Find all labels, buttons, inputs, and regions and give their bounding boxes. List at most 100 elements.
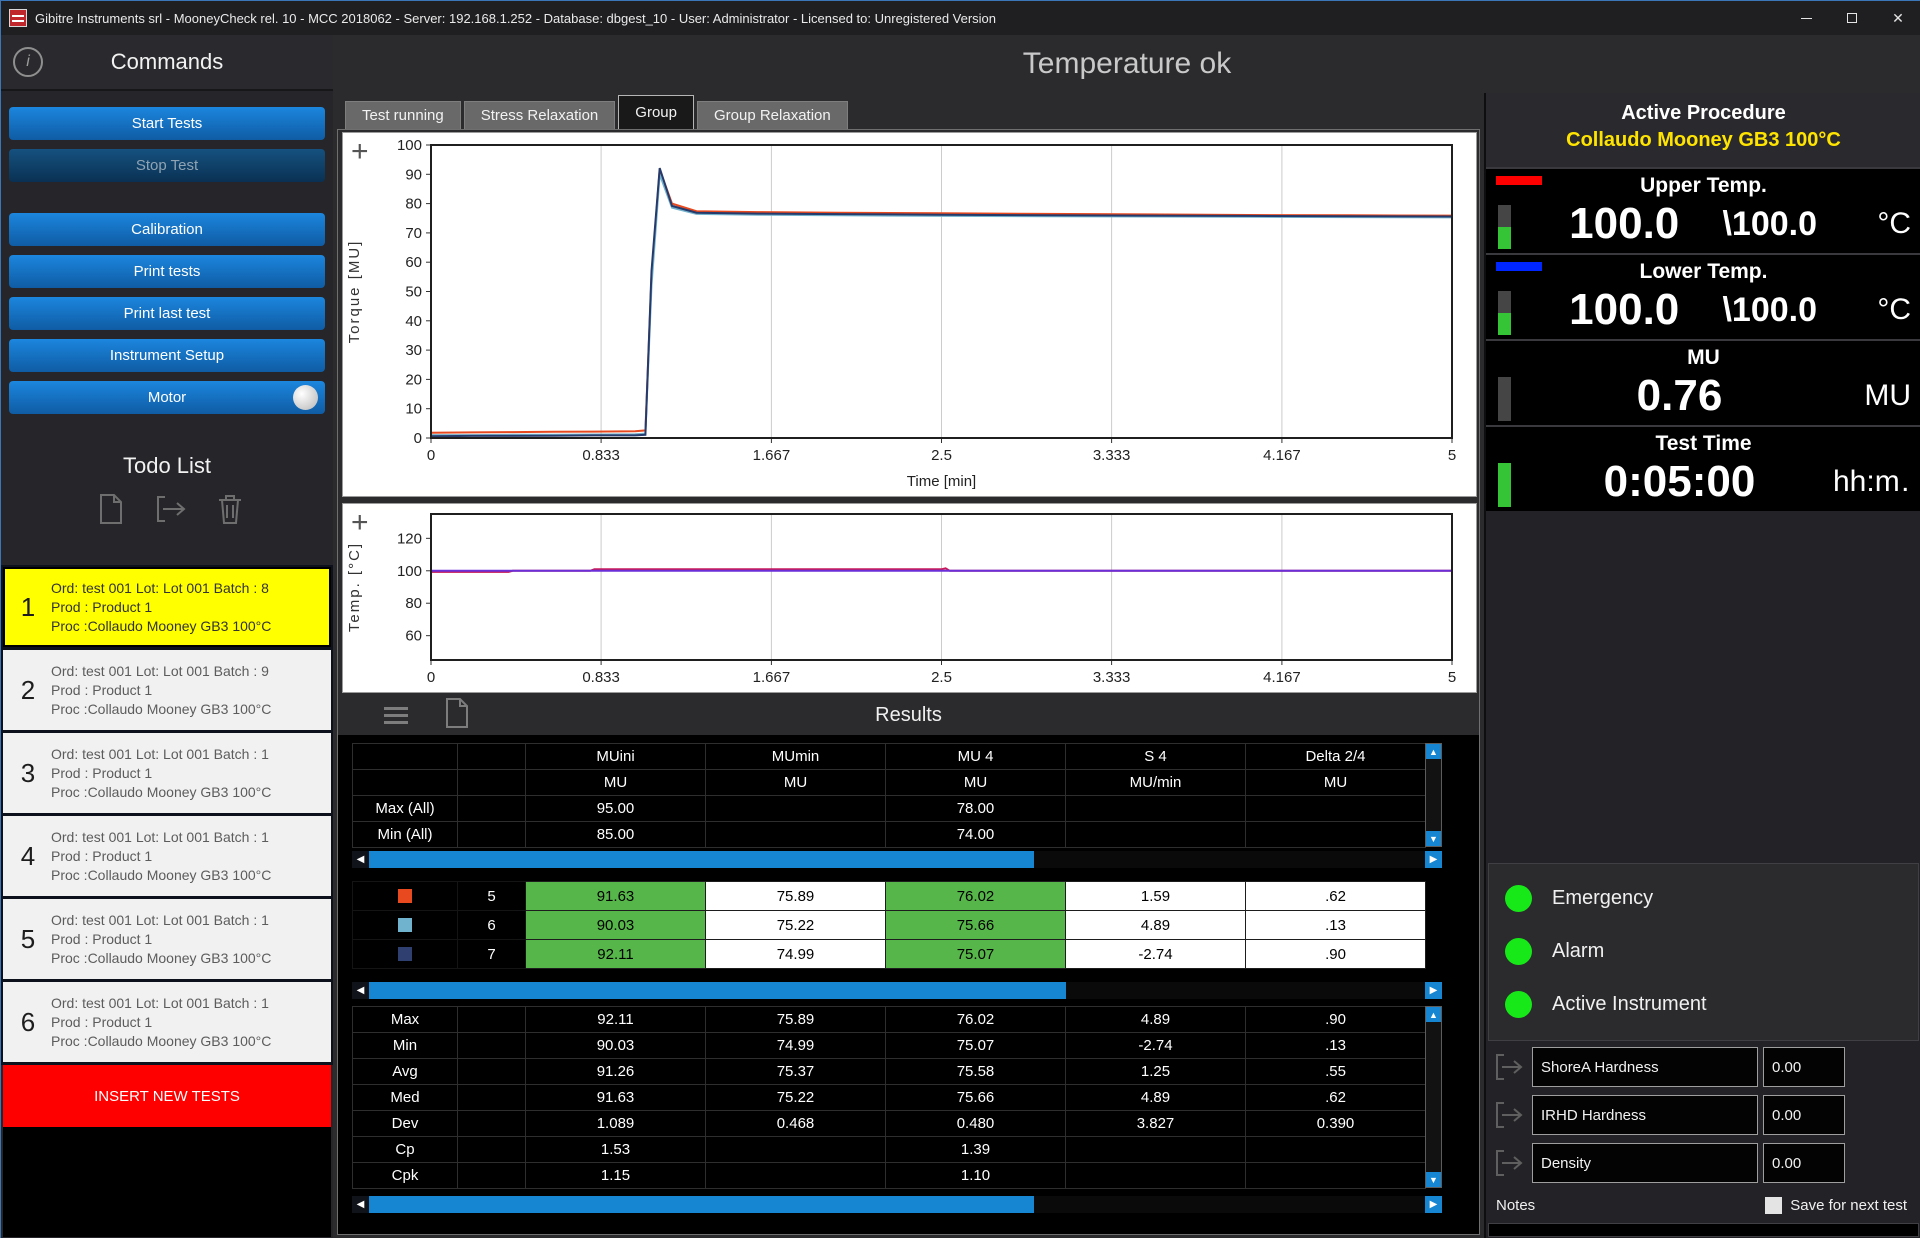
table-cell: 4.89 bbox=[1066, 911, 1246, 940]
table-cell: -2.74 bbox=[1066, 940, 1246, 969]
table-cell bbox=[1066, 1163, 1246, 1189]
motor-toggle[interactable] bbox=[293, 385, 318, 410]
print-tests-button[interactable]: Print tests bbox=[9, 255, 325, 288]
new-test-icon[interactable] bbox=[97, 493, 125, 525]
table-cell: 1.53 bbox=[526, 1137, 706, 1163]
unit-header: MU bbox=[1246, 770, 1426, 796]
svg-text:100: 100 bbox=[397, 563, 422, 580]
save-for-next-test-checkbox[interactable] bbox=[1765, 1197, 1782, 1214]
tab-stress-relaxation[interactable]: Stress Relaxation bbox=[464, 101, 616, 129]
close-button[interactable]: ✕ bbox=[1875, 1, 1920, 35]
todo-item[interactable]: 2Ord: test 001 Lot: Lot 001 Batch : 9Pro… bbox=[3, 650, 331, 730]
svg-text:Time [min]: Time [min] bbox=[907, 473, 976, 490]
stop-test-button[interactable]: Stop Test bbox=[9, 149, 325, 182]
todo-item-lines: Ord: test 001 Lot: Lot 001 Batch : 1Prod… bbox=[51, 735, 329, 811]
scroll-thumb[interactable] bbox=[369, 982, 1066, 999]
zoom-plus-icon[interactable]: + bbox=[351, 506, 369, 540]
tab-test-running[interactable]: Test running bbox=[345, 101, 461, 129]
table-cell bbox=[458, 822, 526, 848]
calibration-button[interactable]: Calibration bbox=[9, 213, 325, 246]
results-tables: MUiniMUminMU 4S 4Delta 2/4MUMUMUMU/minMU… bbox=[338, 735, 1479, 1234]
todo-item[interactable]: 5Ord: test 001 Lot: Lot 001 Batch : 1Pro… bbox=[3, 899, 331, 979]
window-controls: ✕ bbox=[1783, 1, 1920, 35]
scroll-right-arrow[interactable]: ▶ bbox=[1425, 851, 1442, 868]
table-cell bbox=[1246, 822, 1426, 848]
maximize-button[interactable] bbox=[1829, 1, 1875, 35]
delete-test-icon[interactable] bbox=[217, 493, 243, 525]
table-cell: 1.39 bbox=[886, 1137, 1066, 1163]
export-test-icon[interactable] bbox=[155, 493, 187, 525]
series-color-swatch bbox=[398, 918, 412, 932]
button-label: Print last test bbox=[124, 305, 211, 322]
export-value-icon[interactable] bbox=[1486, 1098, 1532, 1132]
minimize-button[interactable] bbox=[1783, 1, 1829, 35]
todo-item-lines: Ord: test 001 Lot: Lot 001 Batch : 1Prod… bbox=[51, 818, 329, 894]
scroll-up-arrow[interactable]: ▲ bbox=[1426, 1007, 1441, 1022]
svg-text:100: 100 bbox=[397, 137, 422, 154]
todo-item[interactable]: 1Ord: test 001 Lot: Lot 001 Batch : 8Pro… bbox=[3, 567, 331, 647]
todo-item[interactable]: 3Ord: test 001 Lot: Lot 001 Batch : 1Pro… bbox=[3, 733, 331, 813]
todo-item[interactable]: 4Ord: test 001 Lot: Lot 001 Batch : 1Pro… bbox=[3, 816, 331, 896]
table-cell: -2.74 bbox=[1066, 1033, 1246, 1059]
lower-temp-indicator bbox=[1496, 262, 1542, 271]
stat-row: Min90.0374.9975.07-2.74.13 bbox=[353, 1033, 1426, 1059]
scroll-thumb[interactable] bbox=[369, 851, 1034, 868]
motor-button[interactable]: Motor bbox=[9, 381, 325, 414]
insert-new-tests-button[interactable]: INSERT NEW TESTS bbox=[3, 1065, 331, 1127]
scroll-up-arrow[interactable]: ▲ bbox=[1426, 744, 1441, 759]
density-field-label: Density bbox=[1532, 1143, 1758, 1183]
todo-item-number: 6 bbox=[5, 984, 51, 1060]
table-cell: 75.22 bbox=[706, 911, 886, 940]
irhd-hardness-field-label: IRHD Hardness bbox=[1532, 1095, 1758, 1135]
tab-group[interactable]: Group bbox=[618, 95, 694, 129]
scroll-right-arrow[interactable]: ▶ bbox=[1425, 1196, 1442, 1213]
scroll-down-arrow[interactable]: ▼ bbox=[1426, 1172, 1441, 1187]
table-cell: 75.89 bbox=[706, 882, 886, 911]
zoom-plus-icon[interactable]: + bbox=[351, 135, 369, 169]
svg-text:Torque [MU]: Torque [MU] bbox=[346, 240, 363, 344]
todo-item-number: 3 bbox=[5, 735, 51, 811]
summary-row: Min (All)85.0074.00 bbox=[353, 822, 1426, 848]
info-icon[interactable]: i bbox=[13, 47, 43, 77]
summary-hscrollbar[interactable]: ◀▶ bbox=[352, 851, 1442, 868]
todo-item-line: Proc :Collaudo Mooney GB3 100°C bbox=[51, 701, 329, 717]
todo-item-line: Ord: test 001 Lot: Lot 001 Batch : 1 bbox=[51, 829, 329, 845]
stat-row: Avg91.2675.3775.581.25.55 bbox=[353, 1059, 1426, 1085]
svg-text:120: 120 bbox=[397, 530, 422, 547]
scroll-right-arrow[interactable]: ▶ bbox=[1425, 982, 1442, 999]
scroll-thumb[interactable] bbox=[369, 1196, 1034, 1213]
stats-hscrollbar[interactable]: ◀▶ bbox=[352, 1196, 1442, 1213]
tab-group-relaxation[interactable]: Group Relaxation bbox=[697, 101, 848, 129]
print-last-test-button[interactable]: Print last test bbox=[9, 297, 325, 330]
scroll-down-arrow[interactable]: ▼ bbox=[1426, 831, 1441, 846]
summary-vscrollbar[interactable]: ▲▼ bbox=[1425, 743, 1442, 847]
todo-item[interactable]: 6Ord: test 001 Lot: Lot 001 Batch : 1Pro… bbox=[3, 982, 331, 1062]
todo-item-line: Prod : Product 1 bbox=[51, 1014, 329, 1030]
start-tests-button[interactable]: Start Tests bbox=[9, 107, 325, 140]
table-cell: 75.22 bbox=[706, 1085, 886, 1111]
tests-hscrollbar[interactable]: ◀▶ bbox=[352, 982, 1442, 999]
shorea-hardness-value-input[interactable]: 0.00 bbox=[1763, 1047, 1845, 1087]
notes-input[interactable] bbox=[1488, 1223, 1919, 1237]
status-label: Emergency bbox=[1552, 887, 1653, 910]
export-value-icon[interactable] bbox=[1486, 1146, 1532, 1180]
mu-unit: MU bbox=[1833, 379, 1911, 413]
export-value-icon[interactable] bbox=[1486, 1050, 1532, 1084]
scroll-left-arrow[interactable]: ◀ bbox=[352, 982, 369, 999]
stat-row: Cp1.531.39 bbox=[353, 1137, 1426, 1163]
irhd-hardness-value-input[interactable]: 0.00 bbox=[1763, 1095, 1845, 1135]
instrument-setup-button[interactable]: Instrument Setup bbox=[9, 339, 325, 372]
svg-text:80: 80 bbox=[405, 196, 422, 213]
test-row: 690.0375.2275.664.89.13 bbox=[353, 911, 1426, 940]
scroll-left-arrow[interactable]: ◀ bbox=[352, 1196, 369, 1213]
stats-vscrollbar[interactable]: ▲▼ bbox=[1425, 1006, 1442, 1188]
table-cell bbox=[1066, 1137, 1246, 1163]
scroll-left-arrow[interactable]: ◀ bbox=[352, 851, 369, 868]
density-value-input[interactable]: 0.00 bbox=[1763, 1143, 1845, 1183]
status-led bbox=[1505, 885, 1532, 912]
svg-text:60: 60 bbox=[405, 254, 422, 271]
stat-row: Dev1.0890.4680.4803.8270.390 bbox=[353, 1111, 1426, 1137]
mu-value-row: 0.76MU bbox=[1526, 369, 1911, 423]
table-cell bbox=[706, 822, 886, 848]
table-cell: 75.07 bbox=[886, 1033, 1066, 1059]
